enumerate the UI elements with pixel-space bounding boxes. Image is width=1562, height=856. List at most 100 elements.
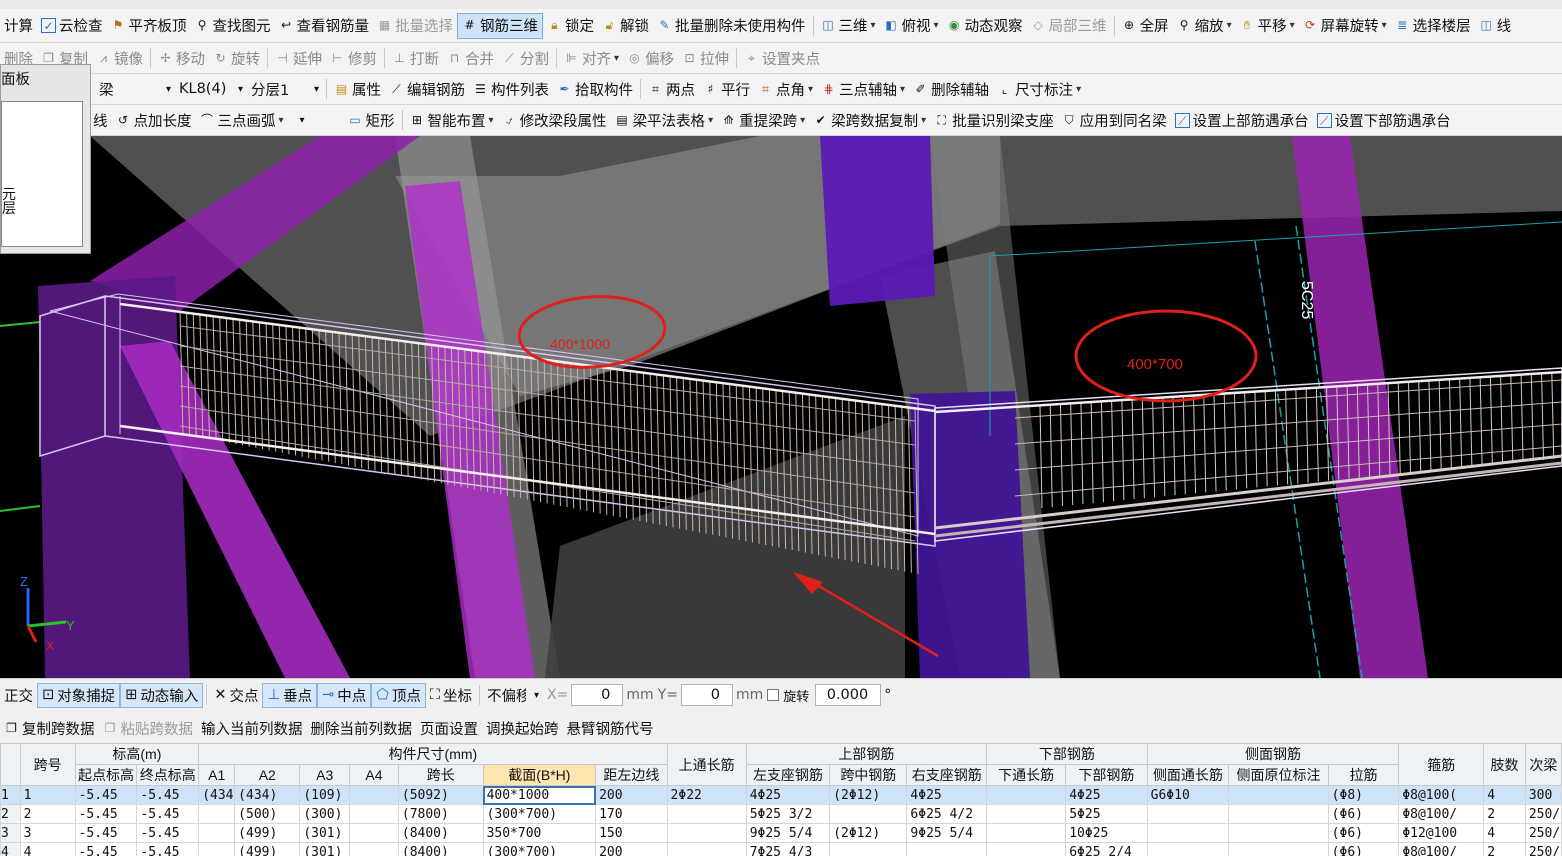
sub-header[interactable]: 下通长筋 xyxy=(986,764,1067,786)
table-cell[interactable] xyxy=(1228,823,1329,843)
sub-header[interactable]: A3 xyxy=(299,764,351,786)
sub-header[interactable]: 拉筋 xyxy=(1327,764,1400,786)
offset-button[interactable]: ◎ 偏移 xyxy=(623,45,678,71)
table-cell[interactable]: (Φ8) xyxy=(1327,785,1400,805)
table-cell[interactable]: 6Φ25 2/4 xyxy=(1065,842,1148,856)
find-element-button[interactable]: ⚲ 查找图元 xyxy=(191,13,275,39)
rebar-3d-button[interactable]: # 钢筋三维 xyxy=(457,12,543,39)
view-rebar-qty-button[interactable]: ↩ 查看钢筋量 xyxy=(275,13,374,39)
table-cell[interactable]: 1 xyxy=(19,785,76,805)
fullscreen-button[interactable]: ⊕ 全屏 xyxy=(1118,13,1173,39)
vertex-toggle[interactable]: ⬠ 顶点 xyxy=(371,682,426,708)
table-cell[interactable]: 2 xyxy=(1483,804,1526,824)
table-cell[interactable]: 200 xyxy=(595,785,668,805)
table-cell[interactable]: (301) xyxy=(299,842,351,856)
sub-header[interactable]: A4 xyxy=(349,764,399,786)
stretch-button[interactable]: ⊡ 拉伸 xyxy=(678,45,733,71)
table-row[interactable]: 4 4 -5.45 -5.45 (499) (301) (8400) (300*700) 200… xyxy=(0,842,1562,856)
rotate-button[interactable]: ↻ 旋转 xyxy=(209,45,264,71)
3d-viewport[interactable]: 400*1000 400*700 5C25 Z Y X xyxy=(0,136,1562,678)
intersection-toggle[interactable]: ✕ 交点 xyxy=(210,683,262,708)
table-cell[interactable]: 250/ xyxy=(1524,823,1562,843)
point-length-button[interactable]: ↺ 点加长度 xyxy=(112,107,196,133)
table-cell[interactable]: (8400) xyxy=(397,842,484,856)
table-cell[interactable] xyxy=(829,804,908,824)
calc-button[interactable]: 计算 xyxy=(0,13,37,39)
header-span[interactable]: 跨号 xyxy=(19,743,76,786)
copy-span-data-dropdown[interactable]: ✔ 梁跨数据复制 xyxy=(809,107,930,133)
set-top-rebar-cap-button[interactable]: ⟋ 设置上部筋遇承台 xyxy=(1171,107,1313,133)
split-button[interactable]: ⟋ 分割 xyxy=(498,45,553,71)
table-cell[interactable]: (Φ6) xyxy=(1327,842,1400,856)
offset-mode-select[interactable]: 不偏移 xyxy=(483,683,543,707)
pan-dropdown[interactable]: ✋︎ 平移 xyxy=(1236,13,1299,39)
table-cell[interactable]: 150 xyxy=(595,823,668,843)
header-next[interactable]: 次梁 xyxy=(1524,743,1562,786)
input-column-button[interactable]: 输入当前列数据 xyxy=(197,715,307,741)
apply-same-name-button[interactable]: ⛉ 应用到同名梁 xyxy=(1058,107,1171,133)
table-cell[interactable] xyxy=(1146,842,1230,856)
local-3d-button[interactable]: ◇ 局部三维 xyxy=(1027,13,1111,39)
smart-place-dropdown[interactable]: ⊞ 智能布置 xyxy=(406,107,498,133)
trailing-button[interactable]: ◫ 线 xyxy=(1475,13,1516,39)
table-cell[interactable]: Φ12@100 xyxy=(1398,823,1485,843)
sub-header[interactable]: 下部钢筋 xyxy=(1065,764,1148,786)
table-cell[interactable]: 6Φ25 4/2 xyxy=(906,804,988,824)
three-point-arc-dropdown[interactable]: ⌒ 三点画弧 xyxy=(196,107,288,133)
table-cell[interactable]: (301) xyxy=(299,823,351,843)
three-point-axis-dropdown[interactable]: ⋕ 三点辅轴 xyxy=(817,76,909,102)
table-cell[interactable]: -5.45 xyxy=(136,804,200,824)
table-cell[interactable] xyxy=(986,785,1067,805)
table-cell[interactable] xyxy=(349,823,399,843)
table-cell[interactable]: 2 xyxy=(1483,842,1526,856)
sub-header[interactable]: 右支座钢筋 xyxy=(906,764,988,786)
object-snap-toggle[interactable]: ⊡ 对象捕捉 xyxy=(37,682,121,708)
table-cell[interactable]: 350*700 xyxy=(482,823,597,843)
row-header-cell[interactable]: 1 xyxy=(0,785,21,805)
screen-rotate-dropdown[interactable]: ⟳ 屏幕旋转 xyxy=(1299,13,1391,39)
batch-identify-support-button[interactable]: ⛶ 批量识别梁支座 xyxy=(930,107,1058,133)
table-cell[interactable] xyxy=(198,804,236,824)
two-points-button[interactable]: ⌗ 两点 xyxy=(644,76,699,102)
table-cell[interactable]: 9Φ25 5/4 xyxy=(906,823,988,843)
layer-select[interactable]: 分层1 xyxy=(247,77,323,101)
type-select[interactable]: 梁 xyxy=(95,77,175,101)
table-cell[interactable] xyxy=(1146,804,1230,824)
sub-header[interactable]: 跨长 xyxy=(397,764,484,786)
sub-header[interactable]: 侧面原位标注 xyxy=(1228,764,1329,786)
page-setup-button[interactable]: 页面设置 xyxy=(416,715,482,741)
ortho-toggle[interactable]: 正交 xyxy=(0,683,37,708)
zoom-dropdown[interactable]: ⚲ 缩放 xyxy=(1173,13,1236,39)
table-cell[interactable]: (Φ6) xyxy=(1327,823,1400,843)
table-cell[interactable]: -5.45 xyxy=(74,785,138,805)
table-cell[interactable] xyxy=(666,842,747,856)
sub-header[interactable]: 侧面通长筋 xyxy=(1146,764,1230,786)
table-cell[interactable]: 300 xyxy=(1524,785,1562,805)
move-button[interactable]: ✢ 移动 xyxy=(154,45,209,71)
table-cell[interactable]: 4 xyxy=(1483,785,1526,805)
table-cell[interactable]: 4Φ25 xyxy=(745,785,831,805)
line-button[interactable]: 线 xyxy=(89,107,112,133)
lock-button[interactable]: 🔒︎ 锁定 xyxy=(543,13,598,39)
swap-start-button[interactable]: 调换起始跨 xyxy=(482,715,563,741)
table-cell[interactable] xyxy=(986,842,1067,856)
table-cell[interactable] xyxy=(349,804,399,824)
table-cell[interactable] xyxy=(986,804,1067,824)
row-header-cell[interactable]: 4 xyxy=(0,842,21,856)
table-cell[interactable]: 3 xyxy=(19,823,76,843)
table-cell[interactable]: (5092) xyxy=(397,785,484,805)
batch-delete-unused-button[interactable]: ✎ 批量删除未使用构件 xyxy=(653,13,810,39)
table-cell[interactable] xyxy=(666,804,747,824)
top-view-dropdown[interactable]: ◧ 俯视 xyxy=(880,13,943,39)
parallel-button[interactable]: ♯ 平行 xyxy=(699,76,754,102)
table-cell[interactable] xyxy=(1228,785,1329,805)
panel-title[interactable]: 面板 xyxy=(1,65,90,95)
sub-header[interactable]: 起点标高 xyxy=(74,764,138,786)
table-cell[interactable]: (300) xyxy=(299,804,351,824)
table-cell[interactable]: -5.45 xyxy=(74,842,138,856)
table-cell[interactable]: -5.45 xyxy=(136,785,200,805)
coordinate-toggle[interactable]: ⛶ 坐标 xyxy=(426,683,476,708)
table-cell[interactable] xyxy=(986,823,1067,843)
table-cell[interactable]: (Φ6) xyxy=(1327,804,1400,824)
copy-span-button[interactable]: ❐ 复制跨数据 xyxy=(0,715,99,741)
